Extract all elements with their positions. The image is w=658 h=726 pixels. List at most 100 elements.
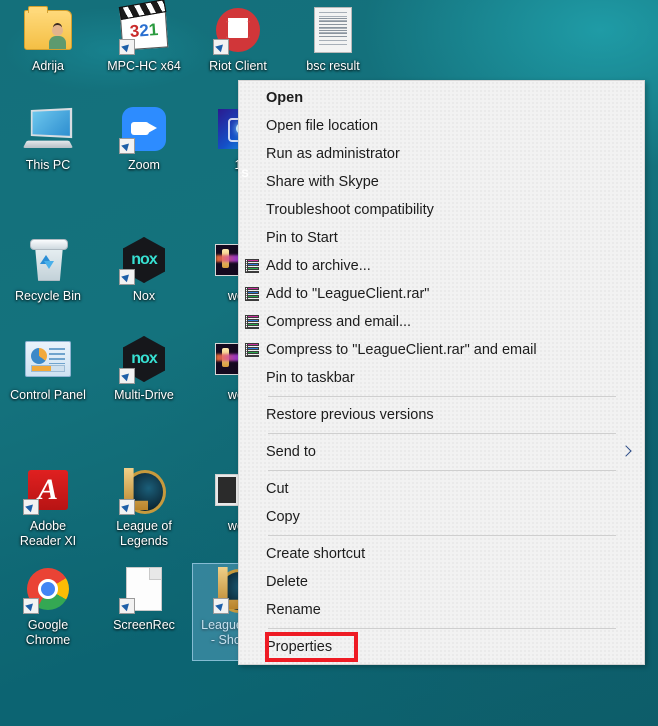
- menu-separator: [268, 535, 616, 536]
- menu-item-properties[interactable]: Properties: [239, 633, 644, 661]
- recycle-bin-icon: [24, 236, 72, 284]
- shortcut-overlay-icon: [213, 39, 229, 55]
- menu-item-label: Compress and email...: [266, 314, 412, 330]
- desktop-icon-label: bsc result: [306, 59, 360, 73]
- menu-item-label: Delete: [266, 574, 308, 590]
- menu-item-delete[interactable]: Delete: [239, 568, 644, 596]
- menu-item-label: Add to "LeagueClient.rar": [266, 286, 430, 302]
- menu-item-troubleshoot-compatibility[interactable]: Troubleshoot compatibility: [239, 196, 644, 224]
- menu-item-send-to[interactable]: Send to: [239, 438, 644, 466]
- this-pc-icon: [22, 105, 74, 153]
- shortcut-overlay-icon: [213, 598, 229, 614]
- desktop-icon-mpc-hc-x64[interactable]: 321 MPC-HC x64: [96, 0, 192, 74]
- menu-item-label: Add to archive...: [266, 258, 371, 274]
- mpc-hc-icon: 321: [118, 0, 169, 55]
- shortcut-overlay-icon: [119, 598, 135, 614]
- desktop-icon-label: ScreenRec: [113, 618, 175, 632]
- chevron-right-icon: [622, 445, 631, 459]
- desktop-icon-adobe-reader-xi[interactable]: Adobe Reader XI: [0, 466, 96, 549]
- menu-separator: [268, 396, 616, 397]
- shortcut-overlay-icon: [23, 499, 39, 515]
- menu-item-label: Cut: [266, 481, 289, 497]
- menu-item-pin-to-start[interactable]: Pin to Start: [239, 224, 644, 252]
- desktop-icon-control-panel[interactable]: Control Panel: [0, 335, 96, 403]
- desktop-icon-label: Adobe Reader XI: [19, 519, 77, 548]
- desktop-icon-label: MPC-HC x64: [107, 59, 181, 73]
- menu-item-label: Copy: [266, 509, 300, 525]
- menu-item-label: Compress to "LeagueClient.rar" and email: [266, 342, 537, 358]
- menu-separator: [268, 628, 616, 629]
- menu-item-label: Send to: [266, 444, 316, 460]
- winrar-icon: [245, 342, 261, 358]
- nox-player-icon: nox: [119, 235, 168, 285]
- menu-separator: [268, 470, 616, 471]
- desktop-icon-this-pc[interactable]: This PC: [0, 105, 96, 173]
- desktop-icon-riot-client[interactable]: Riot Client: [190, 6, 286, 74]
- menu-item-share-with-skype[interactable]: Share with Skype: [239, 168, 644, 196]
- menu-item-label: Create shortcut: [266, 546, 366, 562]
- riot-client-icon: [213, 6, 262, 55]
- shortcut-overlay-icon: [23, 598, 39, 614]
- desktop-icon-label: Riot Client: [209, 59, 267, 73]
- menu-item-add-to-leagueclient-rar[interactable]: Add to "LeagueClient.rar": [239, 280, 644, 308]
- menu-item-label: Rename: [266, 602, 321, 618]
- league-of-legends-icon: [119, 466, 168, 515]
- shortcut-overlay-icon: [119, 269, 135, 285]
- desktop-icon-nox[interactable]: nox Nox: [96, 235, 192, 304]
- menu-item-label: Open file location: [266, 118, 379, 134]
- menu-item-run-as-administrator[interactable]: Run as administrator: [239, 140, 644, 168]
- menu-item-compress-and-email[interactable]: Compress and email...: [239, 308, 644, 336]
- desktop-icon-google-chrome[interactable]: Google Chrome: [0, 565, 96, 648]
- menu-item-restore-previous-versions[interactable]: Restore previous versions: [239, 401, 644, 429]
- desktop-icon-label: Adrija: [32, 59, 64, 73]
- desktop-icon-label: Zoom: [128, 158, 160, 172]
- adobe-reader-icon: [23, 466, 72, 515]
- desktop-icon-recycle-bin[interactable]: Recycle Bin: [0, 236, 96, 304]
- menu-item-label: Restore previous versions: [266, 407, 434, 423]
- menu-item-create-shortcut[interactable]: Create shortcut: [239, 540, 644, 568]
- desktop-icon-league-of-legends[interactable]: League of Legends: [96, 466, 192, 549]
- menu-item-label: Open: [266, 90, 304, 106]
- desktop-icon-screenrec[interactable]: ScreenRec: [96, 565, 192, 633]
- menu-item-compress-to-leagueclient-rar-and-email[interactable]: Compress to "LeagueClient.rar" and email: [239, 336, 644, 364]
- desktop-icon-label: Multi-Drive: [114, 388, 174, 402]
- menu-item-label: Run as administrator: [266, 146, 400, 162]
- document-thumbnail-icon: [309, 6, 357, 54]
- desktop-icon-zoom[interactable]: Zoom: [96, 105, 192, 173]
- menu-item-pin-to-taskbar[interactable]: Pin to taskbar: [239, 364, 644, 392]
- desktop-icon-label: Recycle Bin: [15, 289, 81, 303]
- shortcut-overlay-icon: [119, 499, 135, 515]
- control-panel-icon: [24, 335, 72, 383]
- winrar-icon: [245, 314, 261, 330]
- winrar-icon: [245, 286, 261, 302]
- nox-player-icon: nox: [119, 334, 168, 384]
- shortcut-overlay-icon: [119, 39, 135, 55]
- skype-icon: [245, 174, 261, 190]
- menu-item-label: Pin to Start: [266, 230, 338, 246]
- menu-item-label: Pin to taskbar: [266, 370, 355, 386]
- menu-separator: [268, 433, 616, 434]
- menu-item-open[interactable]: Open: [239, 84, 644, 112]
- desktop-icon-label: This PC: [25, 158, 71, 172]
- shortcut-overlay-icon: [119, 368, 135, 384]
- menu-item-label: Troubleshoot compatibility: [266, 202, 434, 218]
- menu-item-rename[interactable]: Rename: [239, 596, 644, 624]
- menu-item-label: Properties: [266, 639, 333, 655]
- desktop-icon-label: Google Chrome: [25, 618, 71, 647]
- menu-item-add-to-archive[interactable]: Add to archive...: [239, 252, 644, 280]
- blank-page-icon: [119, 565, 168, 614]
- folder-user-icon: [24, 6, 72, 54]
- desktop-icon-label: Nox: [132, 289, 156, 303]
- menu-item-copy[interactable]: Copy: [239, 503, 644, 531]
- google-chrome-icon: [23, 565, 72, 614]
- desktop-icon-multi-drive[interactable]: nox Multi-Drive: [96, 334, 192, 403]
- desktop-icon-label: League of Legends: [116, 519, 172, 548]
- desktop-icon-adrija[interactable]: Adrija: [0, 6, 96, 74]
- winrar-icon: [245, 258, 261, 274]
- desktop-icon-label: Control Panel: [10, 388, 86, 402]
- desktop-icon-bsc-result[interactable]: bsc result: [285, 6, 381, 74]
- menu-item-cut[interactable]: Cut: [239, 475, 644, 503]
- zoom-app-icon: [119, 105, 168, 154]
- menu-item-open-file-location[interactable]: Open file location: [239, 112, 644, 140]
- context-menu[interactable]: Open Open file location Run as administrat…: [238, 80, 645, 665]
